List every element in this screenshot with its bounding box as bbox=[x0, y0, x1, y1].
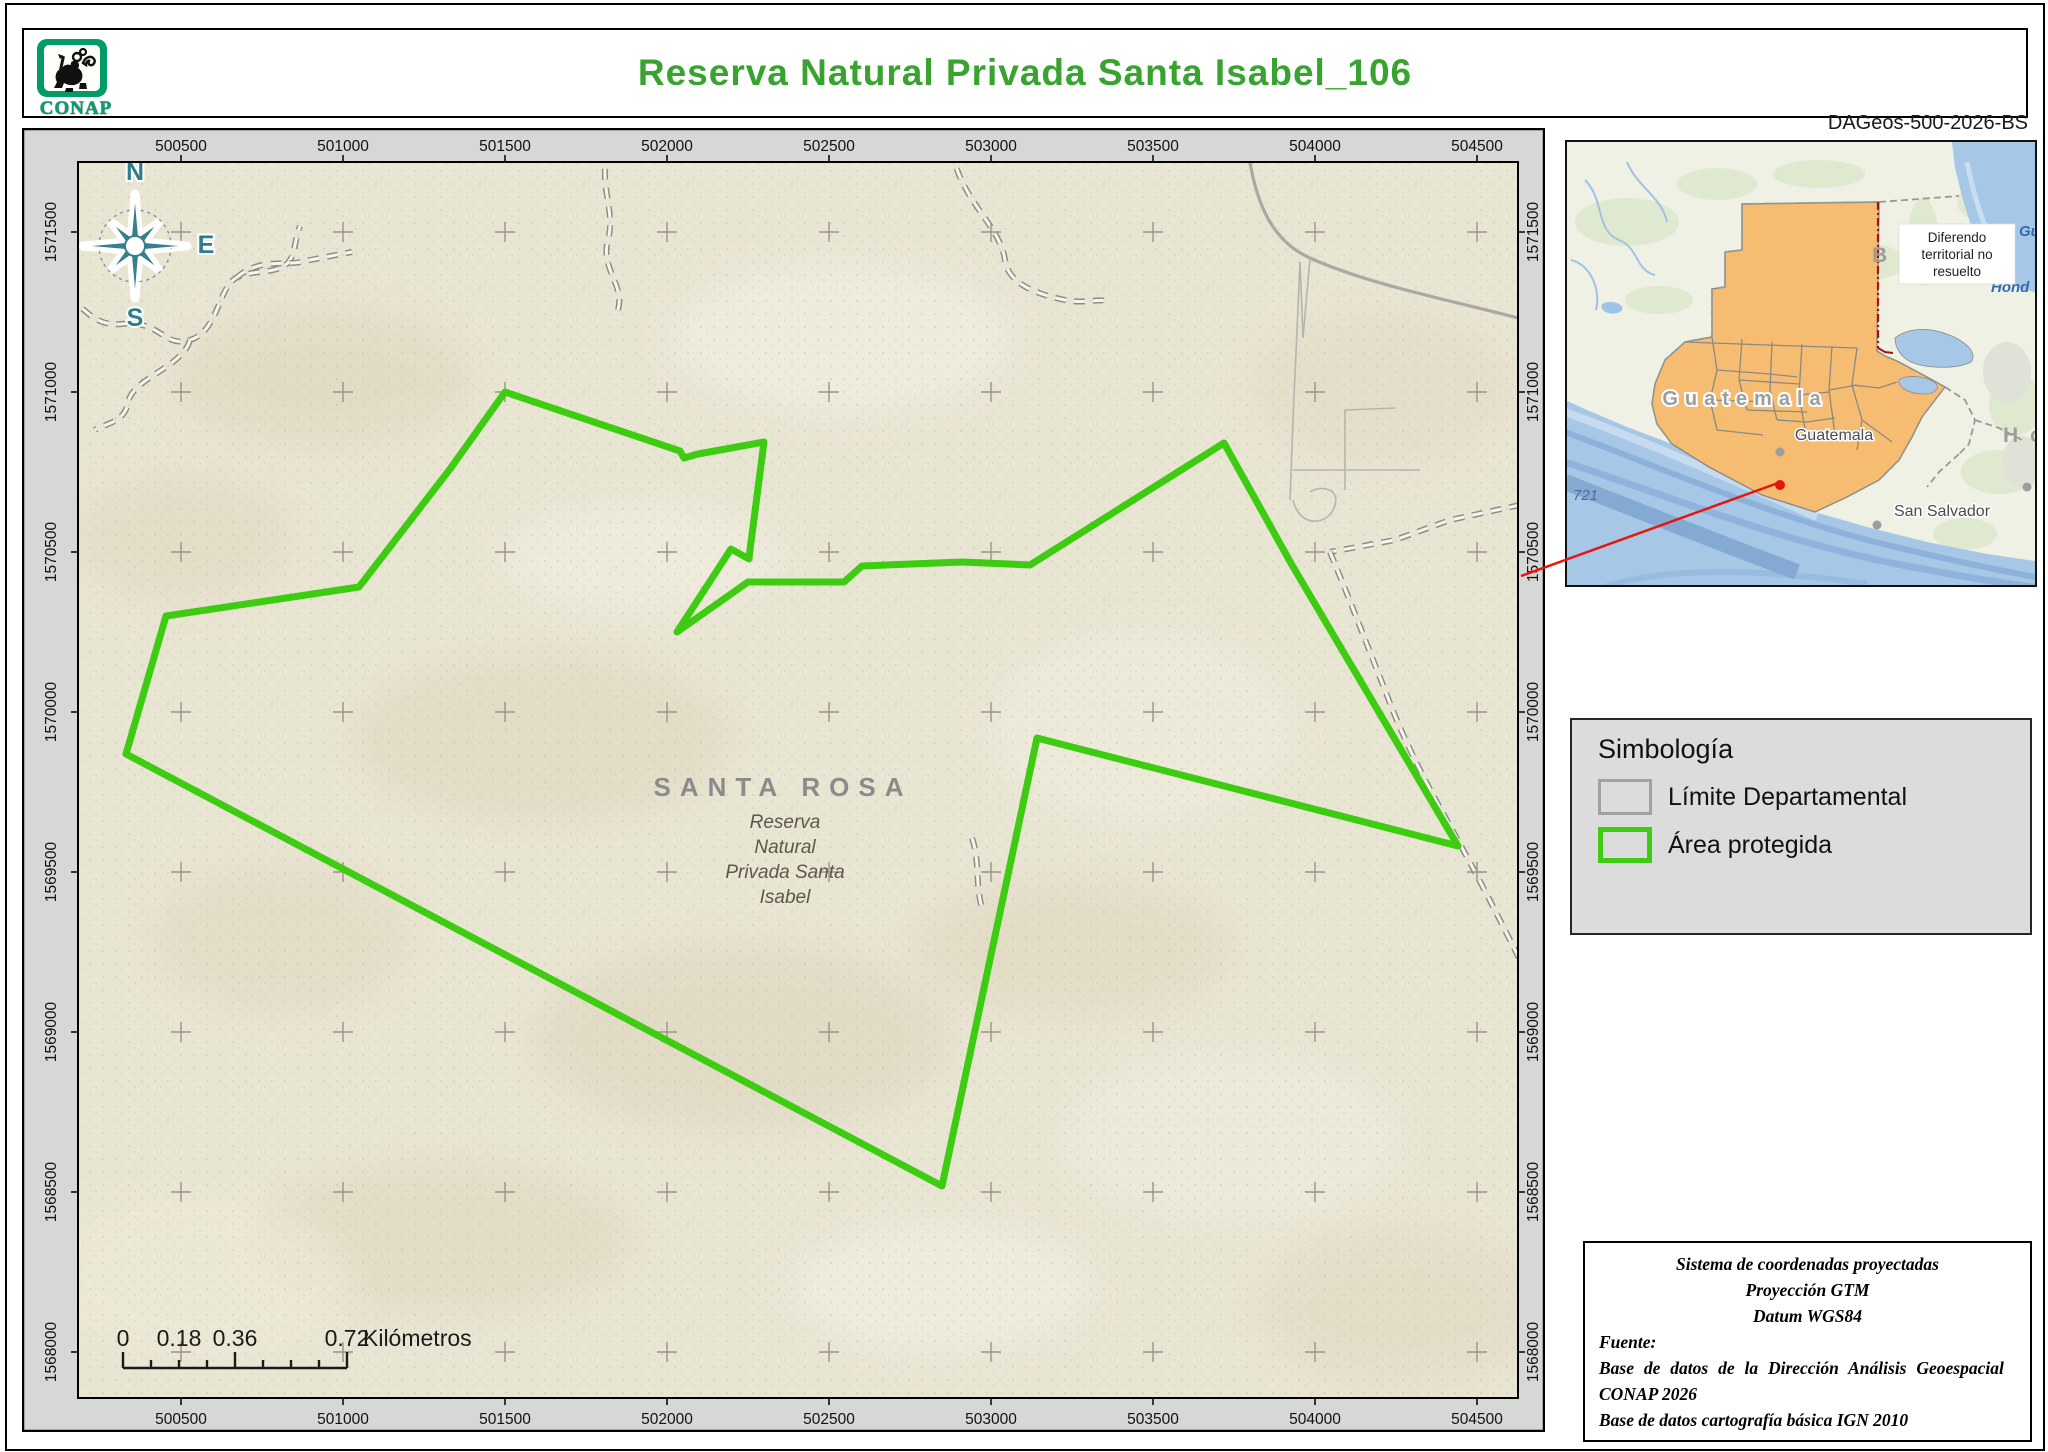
svg-text:503000: 503000 bbox=[965, 1411, 1017, 1428]
sea-name-gu: Gu bbox=[2019, 223, 2037, 240]
svg-text:0.18: 0.18 bbox=[157, 1325, 202, 1351]
credits-line-4: Base de datos de la Dirección Análisis G… bbox=[1599, 1358, 2004, 1378]
legend-item-area: Área protegida bbox=[1598, 827, 2030, 863]
credits-line-3: Fuente: bbox=[1599, 1332, 1657, 1352]
svg-text:0: 0 bbox=[117, 1325, 130, 1351]
diferendo-line1: Diferendo bbox=[1928, 230, 1987, 245]
department-label: SANTA ROSA bbox=[654, 772, 913, 802]
svg-text:1569000: 1569000 bbox=[1525, 1001, 1542, 1062]
svg-text:1571500: 1571500 bbox=[1525, 201, 1542, 262]
svg-text:1569500: 1569500 bbox=[1525, 841, 1542, 902]
svg-text:1568000: 1568000 bbox=[43, 1321, 60, 1382]
svg-text:501000: 501000 bbox=[317, 1411, 369, 1428]
san-salvador-dot bbox=[1872, 520, 1882, 530]
diferendo-line2: territorial no bbox=[1921, 247, 1992, 262]
svg-text:503000: 503000 bbox=[965, 138, 1017, 155]
svg-text:1571000: 1571000 bbox=[43, 361, 60, 422]
svg-text:502000: 502000 bbox=[641, 1411, 693, 1428]
svg-text:1570000: 1570000 bbox=[1525, 681, 1542, 742]
credits-line-2: Datum WGS84 bbox=[1752, 1306, 1863, 1326]
bathymetry-721-label: 721 bbox=[1573, 487, 1598, 504]
svg-text:503500: 503500 bbox=[1127, 1411, 1179, 1428]
credits-line-1: Proyección GTM bbox=[1745, 1280, 1870, 1300]
svg-text:Reserva: Reserva bbox=[750, 812, 821, 833]
svg-text:502000: 502000 bbox=[641, 138, 693, 155]
svg-text:Privada Santa: Privada Santa bbox=[725, 862, 844, 883]
svg-text:1569500: 1569500 bbox=[43, 841, 60, 902]
capital-city-dot bbox=[1775, 447, 1785, 457]
svg-text:501500: 501500 bbox=[479, 1411, 531, 1428]
legend-label-area: Área protegida bbox=[1668, 830, 1833, 859]
svg-text:E: E bbox=[198, 231, 215, 259]
svg-text:504000: 504000 bbox=[1289, 138, 1341, 155]
svg-text:1570500: 1570500 bbox=[43, 521, 60, 582]
diferendo-line3: resuelto bbox=[1933, 264, 1981, 279]
limite-departamental-swatch bbox=[1598, 779, 1652, 815]
inset-basemap bbox=[1567, 142, 2035, 585]
credits-line-5: CONAP 2026 bbox=[1599, 1384, 1698, 1404]
svg-text:504000: 504000 bbox=[1289, 1411, 1341, 1428]
svg-text:1568000: 1568000 bbox=[1525, 1321, 1542, 1382]
svg-text:1570000: 1570000 bbox=[43, 681, 60, 742]
credits-line-0: Sistema de coordenadas proyectadas bbox=[1676, 1254, 1939, 1274]
capital-city-label: Guatemala bbox=[1795, 427, 1873, 444]
svg-text:S: S bbox=[127, 304, 144, 332]
svg-text:0.36: 0.36 bbox=[213, 1325, 258, 1351]
svg-text:502500: 502500 bbox=[803, 1411, 855, 1428]
main-map: SANTA ROSA Reserva Natural Privada Santa Is… bbox=[22, 128, 1545, 1432]
diferendo-callout: Diferendo territorial no resuelto bbox=[1898, 223, 2016, 285]
credits-line-6: Base de datos cartografía básica IGN 201… bbox=[1599, 1410, 1909, 1430]
reserve-location-marker bbox=[1775, 480, 1785, 490]
legend-title: Simbología bbox=[1598, 734, 1734, 764]
belize-label-partial: B bbox=[1872, 244, 1887, 267]
honduras-label-partial: H o bbox=[2003, 424, 2037, 447]
area-protegida-swatch bbox=[1598, 827, 1652, 863]
svg-text:1571500: 1571500 bbox=[43, 201, 60, 262]
credits-box: Sistema de coordenadas proyectadas Proyec… bbox=[1583, 1241, 2032, 1442]
svg-text:504500: 504500 bbox=[1451, 1411, 1503, 1428]
document-code: DAGeos-500-2026-BS bbox=[1827, 112, 2028, 134]
svg-text:501500: 501500 bbox=[479, 138, 531, 155]
legend-label-limite: Límite Departamental bbox=[1668, 782, 1908, 811]
svg-text:Kilómetros: Kilómetros bbox=[363, 1325, 472, 1351]
legend: Simbología Límite Departamental Área pro… bbox=[1570, 718, 2032, 935]
svg-text:503500: 503500 bbox=[1127, 138, 1179, 155]
svg-text:Natural: Natural bbox=[754, 837, 816, 858]
san-salvador-label: San Salvador bbox=[1894, 503, 1991, 520]
svg-text:1570500: 1570500 bbox=[1525, 521, 1542, 582]
conap-logo-text: CONAP bbox=[39, 98, 113, 119]
city-dot bbox=[2022, 482, 2032, 492]
svg-text:500500: 500500 bbox=[155, 1411, 207, 1428]
svg-text:1571000: 1571000 bbox=[1525, 361, 1542, 422]
svg-text:1568500: 1568500 bbox=[1525, 1161, 1542, 1222]
legend-item-limite: Límite Departamental bbox=[1598, 779, 2030, 815]
header-bar: CONAP Reserva Natural Privada Santa Isab… bbox=[22, 28, 2028, 119]
svg-text:500500: 500500 bbox=[155, 138, 207, 155]
svg-text:504500: 504500 bbox=[1451, 138, 1503, 155]
inset-locator-map: Guatemala B Guatemala San Salvador H o 7… bbox=[1565, 140, 2037, 587]
country-label: Guatemala bbox=[1662, 388, 1827, 410]
svg-text:1568500: 1568500 bbox=[43, 1161, 60, 1222]
page-title: Reserva Natural Privada Santa Isabel_106 bbox=[637, 52, 1413, 93]
svg-text:501000: 501000 bbox=[317, 138, 369, 155]
svg-text:1569000: 1569000 bbox=[43, 1001, 60, 1062]
svg-text:502500: 502500 bbox=[803, 138, 855, 155]
svg-text:Isabel: Isabel bbox=[760, 887, 811, 908]
